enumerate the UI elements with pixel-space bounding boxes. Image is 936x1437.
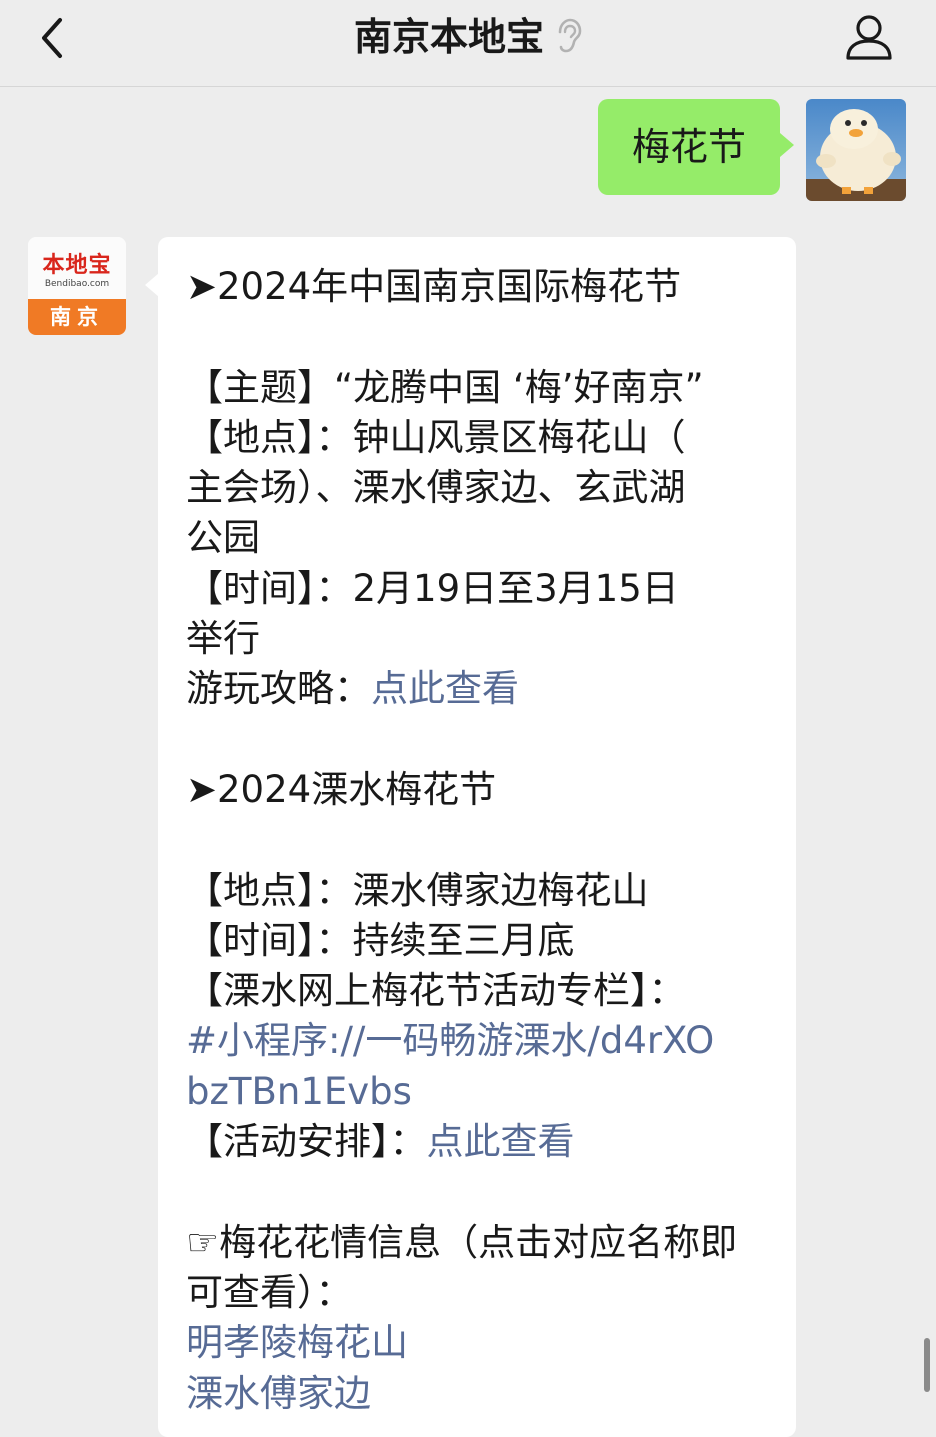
theme-line: 【主题】“龙腾中国 ‘梅’好南京” — [186, 365, 704, 409]
plush-bird-avatar-image — [806, 99, 906, 201]
avatar-logo-area: 本地宝 Bendibao.com — [28, 237, 126, 299]
guide-link[interactable]: 点此查看 — [371, 667, 519, 710]
outgoing-message-bubble[interactable]: 梅花节 — [598, 99, 794, 195]
column-line: 【溧水网上梅花节活动专栏】： — [186, 969, 686, 1013]
time-line: 【时间】：持续至三月底 — [186, 918, 575, 962]
place-line-cont: 公园 — [186, 516, 260, 560]
avatar-city-label: 南京 — [28, 299, 126, 335]
chat-area[interactable]: 梅花节 本地宝 Bendibao.com 南京 ➤2024年中国南京国际梅花节 … — [0, 87, 936, 1437]
time-line-cont: 举行 — [186, 617, 260, 661]
guide-line: 游玩攻略：点此查看 — [186, 664, 776, 714]
avatar-logo-subtext: Bendibao.com — [44, 279, 110, 289]
person-icon[interactable] — [844, 12, 894, 62]
incoming-message-bubble[interactable]: ➤2024年中国南京国际梅花节 【主题】“龙腾中国 ‘梅’好南京” 【地点】：钟… — [145, 237, 796, 1437]
section-heading: ➤2024年中国南京国际梅花节 — [186, 265, 682, 308]
outgoing-message-text: 梅花节 — [631, 125, 746, 169]
top-navigation-bar: 南京本地宝 — [0, 0, 936, 87]
official-account-avatar[interactable]: 本地宝 Bendibao.com 南京 — [28, 237, 126, 335]
user-avatar[interactable] — [806, 99, 906, 201]
bloom-link-fujiabian[interactable]: 溧水傅家边 — [186, 1369, 776, 1419]
message-body: ➤2024年中国南京国际梅花节 【主题】“龙腾中国 ‘梅’好南京” 【地点】：钟… — [186, 262, 776, 1419]
bloom-info-line-cont: 可查看）： — [186, 1270, 353, 1314]
schedule-label: 【活动安排】： — [186, 1120, 427, 1164]
chat-title: 南京本地宝 — [353, 15, 544, 59]
schedule-link[interactable]: 点此查看 — [427, 1120, 575, 1163]
guide-label: 游玩攻略： — [186, 667, 371, 711]
mini-program-link[interactable]: #小程序://一码畅游溧水/d4rXO — [186, 1016, 776, 1066]
section-heading: ➤2024溧水梅花节 — [186, 767, 497, 811]
place-line: 【地点】：钟山风景区梅花山（ — [186, 415, 686, 459]
avatar-logo-text: 本地宝 — [42, 253, 112, 278]
schedule-line: 【活动安排】：点此查看 — [186, 1117, 776, 1167]
place-line: 【地点】：溧水傅家边梅花山 — [186, 868, 649, 912]
bloom-link-mingxiaoling[interactable]: 明孝陵梅花山 — [186, 1318, 776, 1368]
chat-title-area: 南京本地宝 — [0, 12, 936, 62]
time-line: 【时间】：2月19日至3月15日 — [186, 566, 679, 610]
mini-program-link-cont[interactable]: bzTBn1Evbs — [186, 1067, 776, 1117]
scrollbar[interactable] — [924, 1338, 930, 1392]
bloom-info-line: ☞梅花花情信息（点击对应名称即 — [186, 1220, 738, 1264]
ear-icon — [558, 18, 582, 53]
place-line-cont: 主会场）、溧水傅家边、玄武湖 — [186, 466, 686, 510]
